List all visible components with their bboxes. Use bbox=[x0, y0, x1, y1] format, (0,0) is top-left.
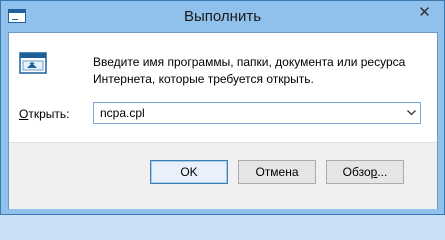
close-icon: ✕ bbox=[418, 3, 431, 21]
browse-label-post: ... bbox=[377, 165, 388, 179]
dialog-body: Введите имя программы, папки, документа … bbox=[8, 32, 438, 209]
browse-button[interactable]: Обзо р... bbox=[326, 160, 404, 184]
open-label: Открыть: bbox=[19, 107, 69, 121]
ok-button-label: OK bbox=[180, 165, 198, 179]
run-program-icon bbox=[19, 52, 47, 74]
window-title: Выполнить bbox=[183, 8, 262, 25]
cancel-button-label: Отмена bbox=[255, 165, 299, 179]
chevron-down-icon[interactable] bbox=[404, 105, 418, 121]
ok-button[interactable]: OK bbox=[150, 160, 228, 184]
instructions-text: Введите имя программы, папки, документа … bbox=[93, 55, 406, 86]
open-label-text: ткрыть: bbox=[28, 107, 70, 121]
cancel-button[interactable]: Отмена bbox=[238, 160, 316, 184]
command-combobox[interactable]: ncpa.cpl bbox=[93, 102, 421, 124]
command-input[interactable]: ncpa.cpl bbox=[100, 106, 145, 120]
title-bar[interactable]: Выполнить ✕ bbox=[1, 1, 444, 32]
run-dialog-window: Выполнить ✕ Введите имя программы, папки… bbox=[0, 0, 445, 215]
browse-label-mnemonic: р bbox=[370, 165, 378, 179]
browse-label-pre: Обзо bbox=[342, 165, 371, 179]
close-button[interactable]: ✕ bbox=[409, 2, 440, 21]
open-label-mnemonic: О bbox=[19, 107, 29, 121]
